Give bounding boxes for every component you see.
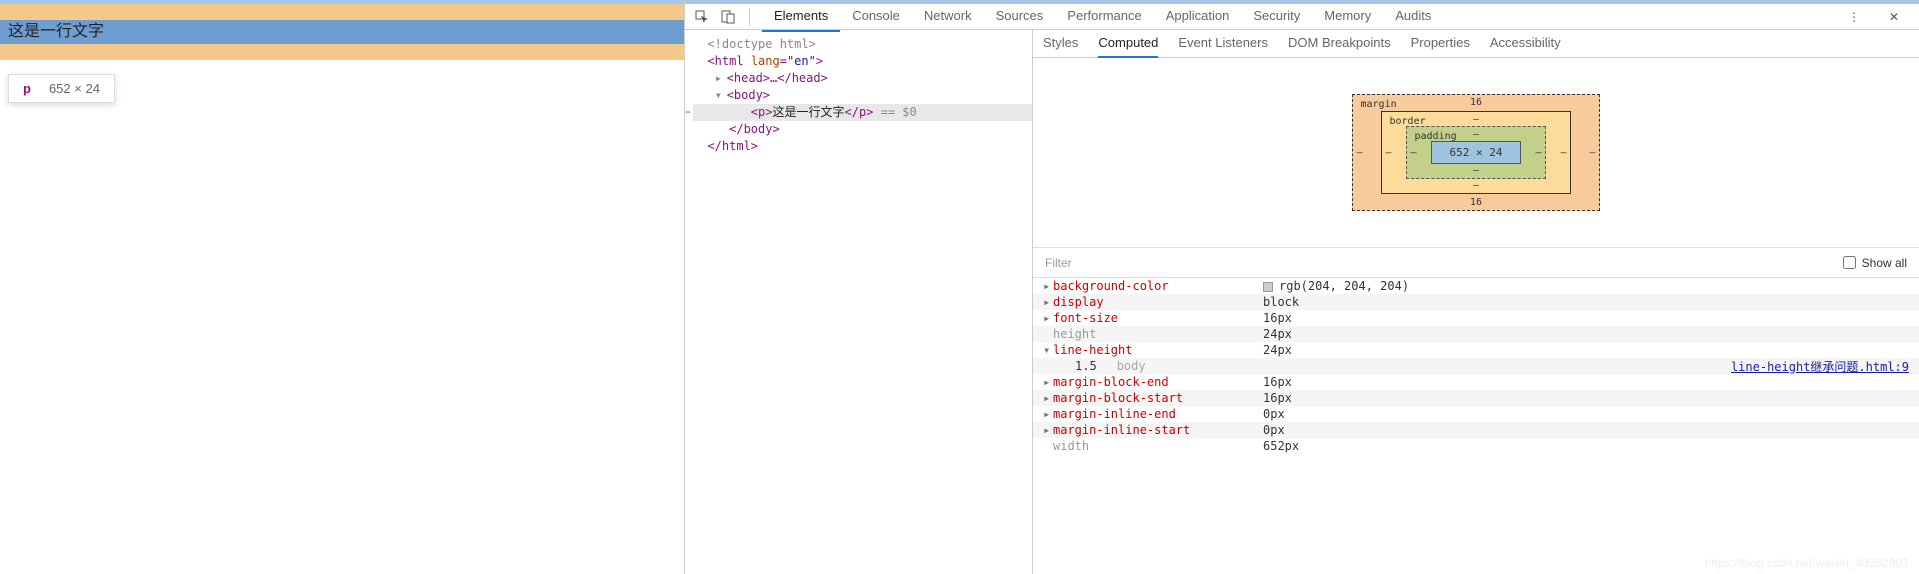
tab-audits[interactable]: Audits <box>1383 2 1443 32</box>
devtools-panel: ElementsConsoleNetworkSourcesPerformance… <box>684 0 1919 574</box>
sidetab-styles[interactable]: Styles <box>1043 30 1078 58</box>
selected-element-row[interactable]: ⋯ <p>这是一行文字</p> == $0 <box>693 104 1032 121</box>
sidetab-dom-breakpoints[interactable]: DOM Breakpoints <box>1288 30 1391 58</box>
divider <box>749 8 750 26</box>
prop-row[interactable]: 1.5bodyline-height继承问题.html:9 <box>1033 358 1919 374</box>
tab-network[interactable]: Network <box>912 2 984 32</box>
close-icon[interactable]: ✕ <box>1885 8 1903 26</box>
show-all-checkbox[interactable]: Show all <box>1843 256 1907 270</box>
margin-label: margin <box>1361 99 1397 110</box>
device-toggle-icon[interactable] <box>719 8 737 26</box>
prop-row[interactable]: ▸background-colorrgb(204, 204, 204) <box>1033 278 1919 294</box>
elements-tree[interactable]: <!doctype html> <html lang="en"> ▸<head>… <box>685 30 1033 574</box>
tab-performance[interactable]: Performance <box>1055 2 1153 32</box>
prop-row[interactable]: width652px <box>1033 438 1919 454</box>
tab-elements[interactable]: Elements <box>762 2 840 32</box>
prop-row[interactable]: ▸margin-block-end16px <box>1033 374 1919 390</box>
tab-security[interactable]: Security <box>1241 2 1312 32</box>
devtools-header: ElementsConsoleNetworkSourcesPerformance… <box>685 0 1919 30</box>
paragraph-element[interactable]: 这是一行文字 <box>0 20 684 44</box>
filter-input[interactable]: Filter <box>1045 256 1072 270</box>
source-link[interactable]: line-height继承问题.html:9 <box>1731 358 1909 375</box>
padding-label: padding <box>1415 131 1457 142</box>
sidetab-properties[interactable]: Properties <box>1411 30 1470 58</box>
styles-tabs: Styles Computed Event Listeners DOM Breakpo… <box>1033 30 1919 58</box>
prop-row[interactable]: ▸margin-block-start16px <box>1033 390 1919 406</box>
show-all-input[interactable] <box>1843 256 1856 269</box>
content-box: 652 × 24 <box>1431 141 1522 164</box>
computed-properties[interactable]: ▸background-colorrgb(204, 204, 204)▸disp… <box>1033 278 1919 574</box>
prop-row[interactable]: ▸margin-inline-end0px <box>1033 406 1919 422</box>
tab-memory[interactable]: Memory <box>1312 2 1383 32</box>
more-icon[interactable]: ⋮ <box>1845 8 1863 26</box>
prop-row[interactable]: ▸displayblock <box>1033 294 1919 310</box>
devtools-main-tabs: ElementsConsoleNetworkSourcesPerformance… <box>762 2 1443 32</box>
styles-pane: Styles Computed Event Listeners DOM Breakpo… <box>1033 30 1919 574</box>
prop-row[interactable]: ▸font-size16px <box>1033 310 1919 326</box>
tooltip-dimensions: 652 × 24 <box>49 81 100 96</box>
tooltip-tag: p <box>23 81 31 96</box>
sidetab-computed[interactable]: Computed <box>1098 30 1158 58</box>
sidetab-event-listeners[interactable]: Event Listeners <box>1178 30 1268 58</box>
tab-console[interactable]: Console <box>840 2 912 32</box>
box-model-diagram: margin 16 16 – – border – – – – padding … <box>1033 58 1919 248</box>
sidetab-accessibility[interactable]: Accessibility <box>1490 30 1561 58</box>
margin-highlight-bottom <box>0 44 684 60</box>
rendered-page: 这是一行文字 p 652 × 24 <box>0 0 684 574</box>
prop-row[interactable]: ▾line-height24px <box>1033 342 1919 358</box>
inspector-tooltip: p 652 × 24 <box>8 74 115 103</box>
inspect-icon[interactable] <box>693 8 711 26</box>
prop-row[interactable]: ▸margin-inline-start0px <box>1033 422 1919 438</box>
tab-sources[interactable]: Sources <box>984 2 1056 32</box>
filter-row: Filter Show all <box>1033 248 1919 278</box>
prop-row[interactable]: height24px <box>1033 326 1919 342</box>
tab-application[interactable]: Application <box>1154 2 1242 32</box>
margin-highlight-top <box>0 4 684 20</box>
